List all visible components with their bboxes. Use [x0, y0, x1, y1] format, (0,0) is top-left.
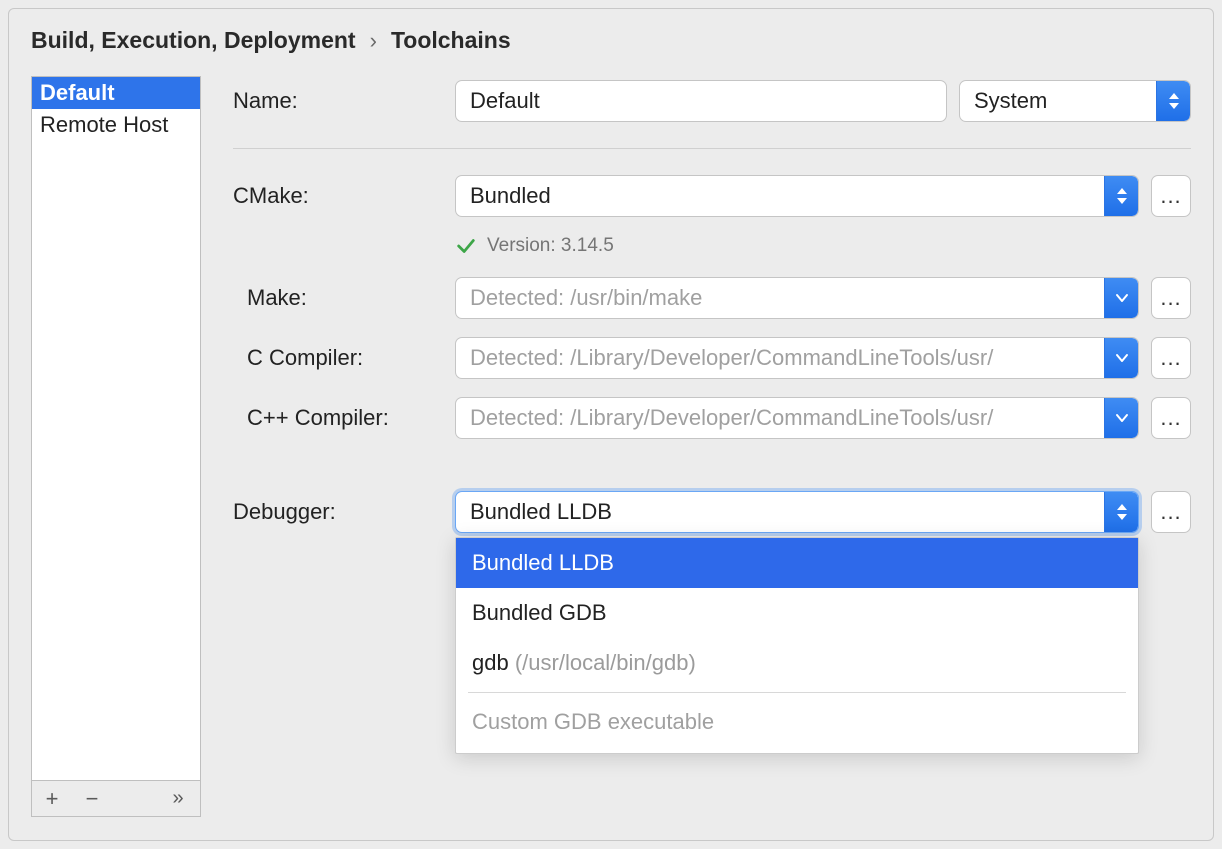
- chevron-down-icon: [1104, 398, 1138, 438]
- debugger-option-gdb-main: gdb: [472, 650, 515, 675]
- toolchain-toolbar: + − »: [31, 781, 201, 817]
- cmake-version-row: Version: 3.14.5: [455, 235, 1191, 257]
- debugger-option-bundled-lldb[interactable]: Bundled LLDB: [456, 538, 1138, 588]
- cmake-select[interactable]: Bundled: [455, 175, 1139, 217]
- debugger-dropdown: Bundled LLDB Bundled GDB gdb (/usr/local…: [455, 537, 1139, 754]
- name-field[interactable]: [455, 80, 947, 122]
- make-placeholder: Detected: /usr/bin/make: [470, 285, 1124, 311]
- check-icon: [455, 235, 477, 257]
- more-button[interactable]: »: [154, 781, 200, 816]
- cxx-compiler-label: C++ Compiler:: [233, 405, 455, 431]
- toolchain-item-default[interactable]: Default: [32, 77, 200, 109]
- debugger-option-custom-gdb[interactable]: Custom GDB executable: [456, 697, 1138, 747]
- settings-panel: Build, Execution, Deployment › Toolchain…: [8, 8, 1214, 841]
- chevron-down-icon: [1104, 278, 1138, 318]
- name-label: Name:: [233, 88, 455, 114]
- breadcrumb: Build, Execution, Deployment › Toolchain…: [31, 27, 1191, 54]
- breadcrumb-current: Toolchains: [391, 27, 511, 54]
- c-compiler-placeholder: Detected: /Library/Developer/CommandLine…: [470, 345, 1124, 371]
- toolchain-sidebar: Default Remote Host + − »: [31, 76, 201, 817]
- debugger-option-bundled-gdb[interactable]: Bundled GDB: [456, 588, 1138, 638]
- debugger-browse-button[interactable]: ...: [1151, 491, 1191, 533]
- chevron-right-icon: ›: [370, 28, 377, 54]
- cxx-compiler-placeholder: Detected: /Library/Developer/CommandLine…: [470, 405, 1124, 431]
- debugger-label: Debugger:: [233, 499, 455, 525]
- toolchain-list: Default Remote Host: [31, 76, 201, 781]
- breadcrumb-parent[interactable]: Build, Execution, Deployment: [31, 27, 356, 54]
- cmake-value: Bundled: [470, 183, 1124, 209]
- make-label: Make:: [233, 285, 455, 311]
- type-select[interactable]: System: [959, 80, 1191, 122]
- cmake-version-label: Version: 3.14.5: [487, 235, 614, 257]
- type-select-value: System: [974, 88, 1176, 114]
- stepper-icon: [1104, 492, 1138, 532]
- debugger-select[interactable]: Bundled LLDB: [455, 491, 1139, 533]
- cmake-browse-button[interactable]: ...: [1151, 175, 1191, 217]
- make-browse-button[interactable]: ...: [1151, 277, 1191, 319]
- remove-button[interactable]: −: [72, 781, 112, 816]
- debugger-option-gdb[interactable]: gdb (/usr/local/bin/gdb): [456, 638, 1138, 688]
- cmake-label: CMake:: [233, 183, 455, 209]
- dropdown-separator: [468, 692, 1126, 693]
- toolchain-item-remote-host[interactable]: Remote Host: [32, 109, 200, 141]
- stepper-icon: [1104, 176, 1138, 216]
- c-compiler-browse-button[interactable]: ...: [1151, 337, 1191, 379]
- make-select[interactable]: Detected: /usr/bin/make: [455, 277, 1139, 319]
- add-button[interactable]: +: [32, 781, 72, 816]
- toolchain-form: Name: System CMake: Bundled: [233, 76, 1191, 817]
- chevron-down-icon: [1104, 338, 1138, 378]
- debugger-value: Bundled LLDB: [470, 499, 1124, 525]
- cxx-compiler-browse-button[interactable]: ...: [1151, 397, 1191, 439]
- c-compiler-label: C Compiler:: [233, 345, 455, 371]
- stepper-icon: [1156, 81, 1190, 121]
- cxx-compiler-select[interactable]: Detected: /Library/Developer/CommandLine…: [455, 397, 1139, 439]
- c-compiler-select[interactable]: Detected: /Library/Developer/CommandLine…: [455, 337, 1139, 379]
- debugger-option-gdb-path: (/usr/local/bin/gdb): [515, 650, 696, 675]
